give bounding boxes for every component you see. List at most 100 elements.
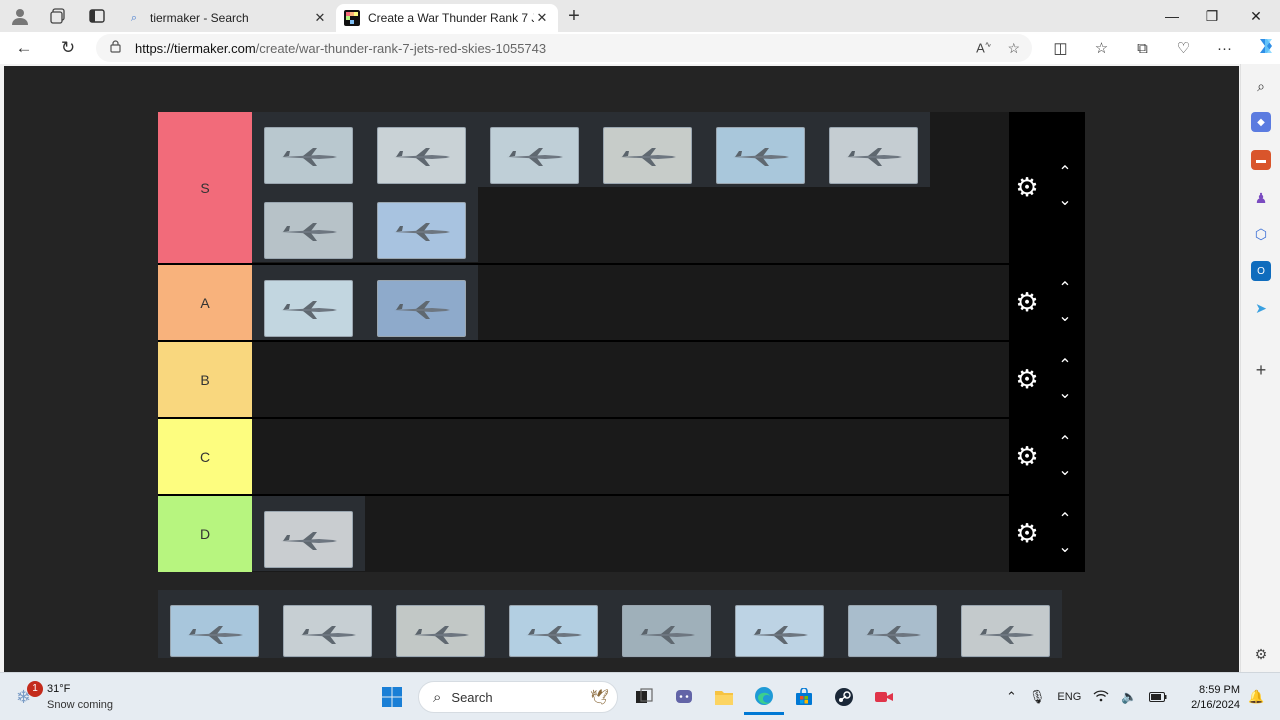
tier-items[interactable] xyxy=(252,496,1009,572)
aircraft-card[interactable] xyxy=(723,590,836,658)
taskbar-search[interactable]: ⌕ Search 🕊 xyxy=(418,681,618,713)
close-icon[interactable]: ✕ xyxy=(534,10,550,26)
system-clock[interactable]: 8:59 PM 2/16/2024 xyxy=(1186,683,1240,713)
back-button[interactable]: ← xyxy=(0,32,48,64)
tier-controls: ⚙ ⌃ ⌄ xyxy=(1009,265,1085,340)
sidebar-shopping-icon[interactable]: ◆ xyxy=(1251,112,1271,132)
tier-label[interactable]: B xyxy=(158,342,252,417)
battery-icon[interactable] xyxy=(1149,690,1167,705)
edge-sidebar: ⌕ ◆ ▬ ♟ ⬡ O ➤ + ⚙ xyxy=(1240,64,1280,672)
sidebar-outlook-icon[interactable]: O xyxy=(1251,261,1271,281)
aircraft-card[interactable] xyxy=(365,187,478,262)
sidebar-send-icon[interactable]: ➤ xyxy=(1251,298,1271,318)
tier-label[interactable]: D xyxy=(158,496,252,572)
sidebar-office-icon[interactable]: ⬡ xyxy=(1251,224,1271,244)
aircraft-card[interactable] xyxy=(497,590,610,658)
volume-icon[interactable]: 🔈 xyxy=(1121,689,1137,705)
aircraft-card[interactable] xyxy=(836,590,949,658)
tier-items[interactable] xyxy=(252,112,1009,263)
read-aloud-icon[interactable]: A∿ xyxy=(976,40,991,55)
microphone-icon[interactable]: 🎙 xyxy=(1029,689,1046,705)
aircraft-card[interactable] xyxy=(365,112,478,187)
move-down-chevron-icon[interactable]: ⌄ xyxy=(1055,193,1075,209)
unranked-items-pool[interactable] xyxy=(158,590,1062,658)
aircraft-card[interactable] xyxy=(252,496,365,571)
steam-icon[interactable] xyxy=(824,679,864,715)
favorite-star-icon[interactable]: ☆ xyxy=(1007,40,1020,57)
copilot-icon[interactable] xyxy=(1245,36,1280,60)
profile-icon[interactable] xyxy=(0,0,40,32)
tier-settings-gear-icon[interactable]: ⚙ xyxy=(1014,366,1040,392)
window-close-icon[interactable]: ✕ xyxy=(1232,0,1280,32)
aircraft-card[interactable] xyxy=(365,265,478,340)
clipchamp-icon[interactable] xyxy=(864,679,904,715)
tier-items[interactable] xyxy=(252,419,1009,494)
split-screen-icon[interactable]: ◫ xyxy=(1040,39,1081,57)
aircraft-card[interactable] xyxy=(252,187,365,262)
language-indicator[interactable]: ENG xyxy=(1057,691,1081,703)
sidebar-add-icon[interactable]: + xyxy=(1251,360,1271,380)
aircraft-card[interactable] xyxy=(817,112,930,187)
teams-chat-icon[interactable] xyxy=(664,679,704,715)
refresh-button[interactable]: ↻ xyxy=(48,32,88,64)
new-tab-button[interactable]: + xyxy=(558,5,590,28)
collections-icon[interactable]: ⧉ xyxy=(1122,40,1163,57)
tier-label[interactable]: A xyxy=(158,265,252,340)
more-menu-icon[interactable]: ··· xyxy=(1204,40,1245,57)
tier-settings-gear-icon[interactable]: ⚙ xyxy=(1014,443,1040,469)
wifi-icon[interactable] xyxy=(1093,689,1109,705)
aircraft-card[interactable] xyxy=(271,590,384,658)
file-explorer-icon[interactable] xyxy=(704,679,744,715)
tier-row-d: D ⚙ ⌃ ⌄ xyxy=(158,496,1085,572)
task-view-icon[interactable] xyxy=(624,679,664,715)
tab-actions-icon[interactable] xyxy=(76,0,118,32)
aircraft-card[interactable] xyxy=(704,112,817,187)
close-icon[interactable]: ✕ xyxy=(312,10,328,26)
sidebar-games-icon[interactable]: ♟ xyxy=(1251,188,1271,208)
move-down-chevron-icon[interactable]: ⌄ xyxy=(1055,386,1075,402)
start-windows-icon[interactable] xyxy=(372,679,412,715)
tray-overflow-chevron-icon[interactable]: ⌃ xyxy=(1006,689,1017,705)
sidebar-tools-icon[interactable]: ▬ xyxy=(1251,150,1271,170)
sidebar-settings-icon[interactable]: ⚙ xyxy=(1251,644,1271,664)
address-bar[interactable]: https://tiermaker.com/create/war-thunder… xyxy=(96,34,1032,62)
move-up-chevron-icon[interactable]: ⌃ xyxy=(1055,358,1075,374)
tier-settings-gear-icon[interactable]: ⚙ xyxy=(1014,520,1040,546)
tier-label[interactable]: C xyxy=(158,419,252,494)
aircraft-card[interactable] xyxy=(252,265,365,340)
move-up-chevron-icon[interactable]: ⌃ xyxy=(1055,281,1075,297)
notifications-bell-icon[interactable]: 🔔 xyxy=(1248,689,1264,705)
tab-tiermaker[interactable]: Create a War Thunder Rank 7 Jets Red Ski… xyxy=(336,4,558,32)
aircraft-card[interactable] xyxy=(610,590,723,658)
tier-settings-gear-icon[interactable]: ⚙ xyxy=(1014,174,1040,200)
tier-settings-gear-icon[interactable]: ⚙ xyxy=(1014,289,1040,315)
aircraft-card[interactable] xyxy=(252,112,365,187)
microsoft-store-icon[interactable] xyxy=(784,679,824,715)
aircraft-card[interactable] xyxy=(949,590,1062,658)
sidebar-search-icon[interactable]: ⌕ xyxy=(1251,76,1271,96)
workspaces-icon[interactable] xyxy=(40,0,76,32)
aircraft-image xyxy=(622,605,711,657)
favorites-icon[interactable]: ☆ xyxy=(1081,39,1122,57)
url-text[interactable]: https://tiermaker.com/create/war-thunder… xyxy=(135,41,546,56)
move-up-chevron-icon[interactable]: ⌃ xyxy=(1055,512,1075,528)
move-down-chevron-icon[interactable]: ⌄ xyxy=(1055,309,1075,325)
move-up-chevron-icon[interactable]: ⌃ xyxy=(1055,435,1075,451)
edge-browser-icon[interactable] xyxy=(744,679,784,715)
weather-description: Snow coming xyxy=(47,699,114,711)
move-up-chevron-icon[interactable]: ⌃ xyxy=(1055,165,1075,181)
move-down-chevron-icon[interactable]: ⌄ xyxy=(1055,463,1075,479)
restore-icon[interactable]: ❐ xyxy=(1192,0,1232,32)
aircraft-card[interactable] xyxy=(158,590,271,658)
tier-items[interactable] xyxy=(252,265,1009,340)
weather-widget[interactable]: ❄ 1 31°F Snow coming xyxy=(16,679,136,715)
move-down-chevron-icon[interactable]: ⌄ xyxy=(1055,540,1075,556)
tier-label[interactable]: S xyxy=(158,112,252,263)
minimize-icon[interactable]: — xyxy=(1152,0,1192,32)
aircraft-card[interactable] xyxy=(478,112,591,187)
tier-items[interactable] xyxy=(252,342,1009,417)
aircraft-card[interactable] xyxy=(384,590,497,658)
aircraft-card[interactable] xyxy=(591,112,704,187)
browser-essentials-icon[interactable]: ♡ xyxy=(1163,39,1204,57)
tab-search[interactable]: ⌕ tiermaker - Search ✕ xyxy=(118,4,336,32)
